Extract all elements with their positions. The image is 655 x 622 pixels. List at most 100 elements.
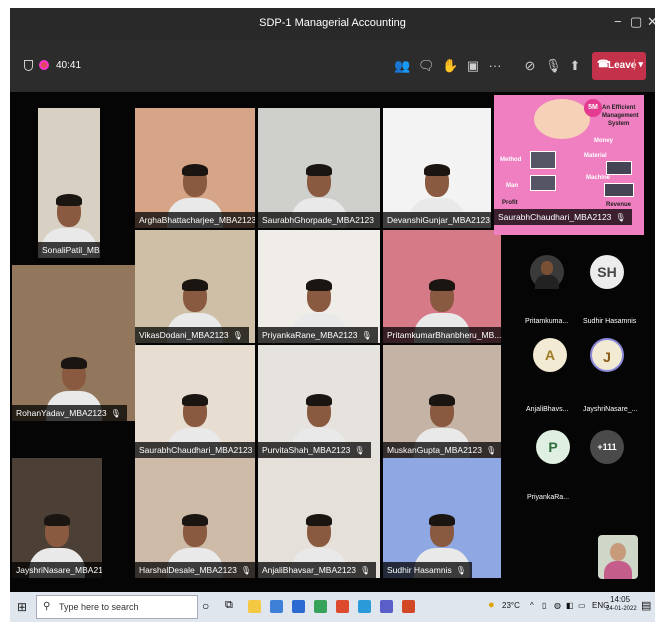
participant-name-tag: RohanYadav_MBA2123 🎙: [12, 405, 127, 421]
participant-name-tag: HarshalDesale_MBA2123 🎙: [135, 562, 255, 578]
participant-avatar[interactable]: J: [590, 338, 624, 372]
participant-tile[interactable]: AnjaliBhavsar_MBA2123 🎙: [258, 458, 380, 578]
recording-icon: [39, 60, 49, 70]
teams-icon[interactable]: [380, 600, 393, 613]
side-participant-name: PriyankaRa...: [527, 494, 570, 501]
participant-tile[interactable]: JayshriNasare_MBA2123🎙: [12, 458, 102, 578]
side-participant-name: Sudhir Hasamnis: [583, 318, 637, 325]
volume-icon[interactable]: ◧: [566, 601, 574, 610]
presenter-name-tag: SaurabhChaudhari_MBA2123 🎙: [494, 209, 632, 225]
meeting-toolbar: 40:41 👥 🗨 ✋ ▣ ··· ⊘ 🎙 ⬆ ☎ Leave ▾: [10, 40, 655, 92]
powerpoint-icon[interactable]: [402, 600, 415, 613]
network-icon[interactable]: ◍: [554, 601, 561, 610]
participant-avatar[interactable]: A: [533, 338, 567, 372]
participant-avatar[interactable]: SH: [590, 255, 624, 289]
slide-label-method: Method: [500, 157, 522, 163]
slide-label-money: Money: [594, 138, 614, 144]
participant-name-tag: Sudhir Hasamnis 🎙: [383, 562, 472, 578]
slide-image: [530, 151, 556, 169]
participant-tile[interactable]: PritamkumarBhanbheru_MB...🎙: [383, 230, 501, 343]
slide-image: [606, 161, 632, 175]
people-icon[interactable]: 👥: [394, 58, 410, 74]
close-button[interactable]: ✕: [647, 14, 655, 30]
chrome-icon[interactable]: [336, 600, 349, 613]
mic-off-icon: 🎙: [455, 566, 466, 575]
participant-name-tag: PurvitaShah_MBA2123 🎙: [258, 442, 371, 458]
edge-icon[interactable]: [358, 600, 371, 613]
participant-name-tag: PriyankaRane_MBA2123 🎙: [258, 327, 378, 343]
participant-tile[interactable]: ArghaBhattacharjee_MBA2123🎙: [135, 108, 255, 228]
slide-label-profit: Profit: [502, 200, 518, 206]
leave-button[interactable]: ☎ Leave ▾: [592, 52, 646, 80]
participant-name: SonaliPatil_MBA2123: [42, 245, 100, 255]
participant-name: PriyankaRane_MBA2123: [262, 330, 358, 340]
participant-name: SaurabhGhorpade_MBA2123: [262, 215, 374, 225]
participant-name-tag: AnjaliBhavsar_MBA2123 🎙: [258, 562, 377, 578]
participant-avatar[interactable]: P: [536, 430, 570, 464]
cortana-icon[interactable]: ○: [202, 599, 209, 613]
camera-off-icon[interactable]: ⊘: [522, 58, 538, 74]
mic-off-icon: 🎙: [615, 213, 626, 222]
self-body: [604, 561, 632, 579]
participant-tile[interactable]: PurvitaShah_MBA2123 🎙: [258, 345, 380, 458]
mic-off-icon: 🎙: [378, 216, 380, 225]
mail-icon[interactable]: [292, 600, 305, 613]
clock-time[interactable]: 14:05: [610, 595, 630, 604]
notifications-icon[interactable]: ▤: [641, 599, 651, 612]
slide-label-material: Material: [584, 153, 607, 159]
participant-tile[interactable]: DevanshiGunjar_MBA2123🎙: [383, 108, 491, 228]
participant-tile[interactable]: RohanYadav_MBA2123 🎙: [12, 265, 136, 421]
shared-screen[interactable]: 5M An Efficient Management System Money …: [494, 95, 644, 235]
raise-hand-icon[interactable]: ✋: [442, 58, 458, 74]
weather-icon: ●: [488, 599, 495, 611]
participant-name: SaurabhChaudhari_MBA2123: [139, 445, 253, 455]
share-icon[interactable]: ⬆: [567, 58, 583, 74]
window-title: SDP-1 Managerial Accounting: [259, 17, 406, 29]
clock-date[interactable]: 24-01-2022: [606, 606, 637, 612]
participant-tile[interactable]: Sudhir Hasamnis 🎙: [383, 458, 501, 578]
store-icon[interactable]: [270, 600, 283, 613]
participant-tile[interactable]: MuskanGupta_MBA2123 🎙: [383, 345, 501, 458]
more-button[interactable]: ···: [487, 58, 503, 74]
chat-icon[interactable]: 🗨: [418, 58, 435, 74]
participant-name-tag: SonaliPatil_MBA2123🎙: [38, 242, 100, 258]
task-view-icon[interactable]: ⧉: [225, 599, 233, 612]
search-input[interactable]: ⚲ Type here to search: [36, 595, 198, 619]
participant-name-tag: SaurabhChaudhari_MBA2123🎙: [135, 442, 255, 458]
participant-tile[interactable]: SonaliPatil_MBA2123🎙: [38, 108, 100, 258]
slide-image: [604, 183, 634, 197]
slide-label-machine: Machine: [586, 175, 611, 181]
side-participant-name: JayshriNasare_...: [583, 406, 638, 413]
participant-name: Sudhir Hasamnis: [387, 565, 452, 575]
explorer-icon[interactable]: [248, 600, 261, 613]
participant-avatar[interactable]: +111: [590, 430, 624, 464]
search-icon: ⚲: [43, 601, 51, 612]
participant-tile[interactable]: VikasDodani_MBA2123 🎙: [135, 230, 255, 343]
mic-off-icon[interactable]: 🎙: [545, 58, 562, 74]
participant-tile[interactable]: PriyankaRane_MBA2123 🎙: [258, 230, 380, 343]
display-icon[interactable]: ▭: [578, 601, 586, 610]
chevron-down-icon[interactable]: ▾: [634, 59, 643, 70]
participant-video-avatar[interactable]: [530, 255, 564, 289]
mic-off-icon: 🎙: [361, 331, 372, 340]
participant-name-tag: JayshriNasare_MBA2123🎙: [12, 562, 102, 578]
minimize-button[interactable]: −: [614, 14, 622, 29]
mic-off-icon: 🎙: [240, 566, 251, 575]
participant-name: PritamkumarBhanbheru_MB...: [387, 330, 501, 340]
rooms-icon[interactable]: ▣: [465, 58, 481, 74]
leave-label: Leave: [608, 60, 637, 71]
self-view[interactable]: [598, 535, 638, 579]
participant-tile[interactable]: SaurabhChaudhari_MBA2123🎙: [135, 345, 255, 458]
participant-tile[interactable]: SaurabhGhorpade_MBA2123 🎙: [258, 108, 380, 228]
tray-chevron-icon[interactable]: ^: [530, 601, 534, 610]
participant-name: VikasDodani_MBA2123: [139, 330, 229, 340]
participant-name: JayshriNasare_MBA2123: [16, 565, 102, 575]
maximize-button[interactable]: ▢: [630, 14, 642, 30]
mic-off-icon: 🎙: [360, 566, 371, 575]
participant-name-tag: SaurabhGhorpade_MBA2123 🎙: [258, 212, 380, 228]
windows-start-icon[interactable]: ⊞: [17, 600, 27, 614]
participant-tile[interactable]: HarshalDesale_MBA2123 🎙: [135, 458, 255, 578]
excel-icon[interactable]: [314, 600, 327, 613]
participant-name: PurvitaShah_MBA2123: [262, 445, 351, 455]
slide-title-1: An Efficient: [602, 105, 636, 111]
